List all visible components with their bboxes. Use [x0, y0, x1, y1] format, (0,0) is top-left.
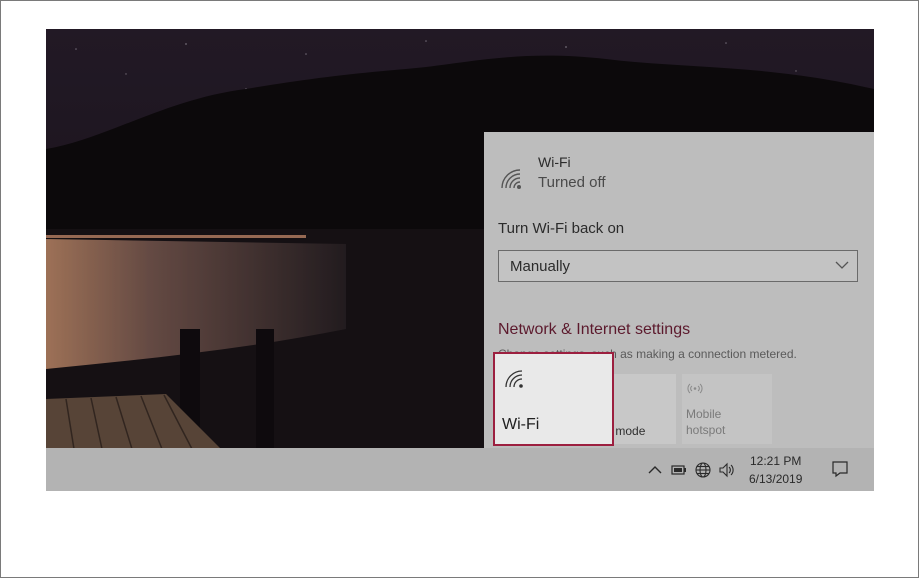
- wifi-tile-label: Wi-Fi: [502, 416, 540, 433]
- taskbar-clock[interactable]: 12:21 PM 6/13/2019: [749, 452, 802, 488]
- battery-icon[interactable]: [670, 461, 688, 479]
- mobile-hotspot-tile[interactable]: Mobile hotspot: [682, 374, 772, 444]
- clock-time: 12:21 PM: [750, 454, 802, 468]
- taskbar: 12:21 PM 6/13/2019: [46, 448, 874, 491]
- turn-wifi-back-on-dropdown[interactable]: Manually: [498, 250, 858, 282]
- hotspot-icon: [687, 383, 703, 394]
- action-center-icon[interactable]: [831, 460, 849, 478]
- wifi-icon: [505, 370, 523, 388]
- turn-wifi-back-on-label: Turn Wi-Fi back on: [498, 220, 625, 237]
- dropdown-value: Manually: [510, 258, 571, 275]
- chevron-up-icon[interactable]: [646, 461, 664, 479]
- chevron-down-icon: [835, 261, 849, 269]
- volume-icon[interactable]: [718, 461, 736, 479]
- network-internet-settings-link[interactable]: Network & Internet settings: [498, 321, 690, 339]
- wifi-quick-action-tile[interactable]: Wi-Fi: [493, 352, 614, 446]
- mobile-hotspot-label: Mobile hotspot: [686, 407, 726, 437]
- wifi-title: Wi-Fi: [538, 154, 571, 170]
- globe-icon[interactable]: [694, 461, 712, 479]
- desktop-screen: Wi-Fi Turned off Turn Wi-Fi back on Manu…: [46, 29, 874, 491]
- clock-date: 6/13/2019: [749, 472, 803, 486]
- wifi-status: Turned off: [538, 174, 606, 191]
- wifi-icon: [501, 169, 521, 189]
